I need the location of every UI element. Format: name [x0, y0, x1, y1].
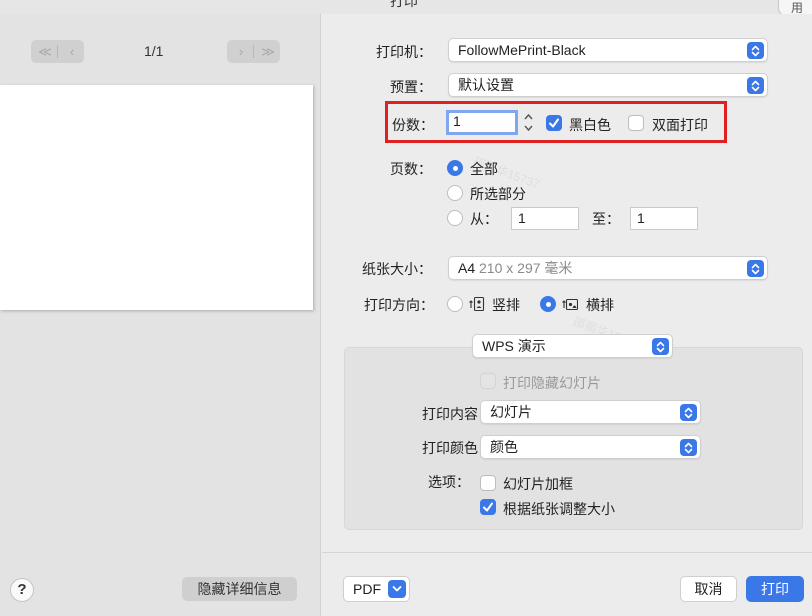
title-corner-label: 用 [791, 1, 804, 14]
orientation-label: 打印方向： [364, 297, 434, 313]
first-page-button[interactable]: ≪ [31, 40, 57, 63]
paper-size-label: 纸张大小： [362, 261, 432, 277]
pdf-menu-button[interactable]: PDF [343, 576, 410, 602]
app-options-value: WPS 演示 [482, 338, 546, 354]
help-button[interactable]: ? [10, 578, 34, 602]
next-page-button[interactable]: › [227, 40, 253, 63]
up-down-chevron-icon [747, 260, 764, 277]
landscape-icon [562, 298, 578, 311]
up-down-chevron-icon [747, 42, 764, 59]
page-preview [0, 85, 313, 310]
prev-page-icon: ‹ [69, 44, 75, 59]
preview-pane: ≪ ‹ 1/1 › ≫ ? 隐藏详细信息 [0, 14, 321, 616]
duplex-label: 双面打印 [652, 117, 708, 133]
landscape-label: 横排 [586, 297, 614, 313]
pages-range-radio[interactable] [447, 210, 463, 226]
first-page-icon: ≪ [38, 43, 52, 59]
settings-pane: 邵丽华15737 邵丽华15737 打印机： FollowMePrint-Bla… [322, 14, 812, 616]
printer-value: FollowMePrint-Black [458, 42, 586, 58]
last-page-icon: ≫ [261, 43, 275, 59]
duplex-checkbox[interactable] [628, 115, 644, 131]
print-content-value: 幻灯片 [490, 404, 532, 420]
portrait-icon [469, 296, 485, 312]
printer-select[interactable]: FollowMePrint-Black [448, 38, 768, 62]
frame-slides-label: 幻灯片加框 [503, 476, 573, 492]
pages-from-label: 从： [470, 211, 498, 227]
hide-details-button[interactable]: 隐藏详细信息 [182, 577, 297, 601]
printer-label: 打印机： [376, 44, 432, 60]
page-indicator: 1/1 [144, 43, 164, 59]
checkmark-icon [549, 118, 559, 128]
pages-from-input[interactable]: 1 [511, 207, 579, 230]
pages-all-label: 全部 [470, 161, 498, 177]
pages-to-label: 至： [592, 211, 620, 227]
pages-all-radio[interactable] [447, 160, 463, 176]
chevron-down-icon [388, 580, 406, 598]
pages-selection-radio[interactable] [447, 185, 463, 201]
first-prev-nav: ≪ ‹ [31, 40, 84, 63]
title-corner-button[interactable]: 用 [778, 0, 812, 14]
help-icon: ? [17, 581, 27, 598]
landscape-radio[interactable] [540, 296, 556, 312]
copies-input[interactable]: 1 [446, 110, 518, 135]
up-down-chevron-icon [680, 439, 697, 456]
title-bar: 打印 用 [0, 0, 812, 14]
presets-value: 默认设置 [458, 77, 514, 93]
scale-to-paper-checkbox[interactable] [480, 499, 496, 515]
print-hidden-slides-checkbox[interactable] [480, 373, 496, 389]
paper-size-value: A4 [458, 260, 480, 276]
presets-label: 预置： [390, 79, 432, 95]
portrait-label: 竖排 [492, 297, 520, 313]
pages-label: 页数： [390, 161, 432, 177]
frame-slides-checkbox[interactable] [480, 475, 496, 491]
print-button[interactable]: 打印 [746, 576, 804, 602]
pages-to-input[interactable]: 1 [630, 207, 698, 230]
scale-to-paper-label: 根据纸张调整大小 [503, 501, 615, 517]
next-last-nav: › ≫ [227, 40, 280, 63]
print-hidden-slides-label: 打印隐藏幻灯片 [503, 375, 601, 391]
black-white-label: 黑白色 [569, 117, 611, 133]
cancel-button[interactable]: 取消 [680, 576, 737, 602]
print-content-select[interactable]: 幻灯片 [480, 400, 701, 424]
checkmark-icon [483, 502, 493, 512]
presets-select[interactable]: 默认设置 [448, 73, 768, 97]
up-down-chevron-icon [680, 404, 697, 421]
up-down-chevron-icon [747, 77, 764, 94]
window-title: 打印 [390, 0, 418, 9]
print-color-select[interactable]: 颜色 [480, 435, 701, 459]
pages-selection-label: 所选部分 [470, 186, 526, 202]
portrait-radio[interactable] [447, 296, 463, 312]
next-page-icon: › [238, 44, 244, 59]
app-options-select[interactable]: WPS 演示 [472, 334, 673, 358]
options-label: 选项： [428, 474, 470, 490]
up-down-chevron-icon [652, 338, 669, 355]
black-white-checkbox[interactable] [546, 115, 562, 131]
pdf-label: PDF [353, 581, 381, 597]
paper-size-select[interactable]: A4 210 x 297 毫米 [448, 256, 768, 280]
last-page-button[interactable]: ≫ [254, 40, 280, 63]
prev-page-button[interactable]: ‹ [58, 40, 84, 63]
print-color-value: 颜色 [490, 439, 518, 455]
paper-size-detail: 210 x 297 毫米 [479, 260, 573, 276]
footer-divider [322, 552, 812, 553]
copies-stepper[interactable] [522, 111, 535, 134]
copies-label: 份数： [392, 117, 434, 133]
